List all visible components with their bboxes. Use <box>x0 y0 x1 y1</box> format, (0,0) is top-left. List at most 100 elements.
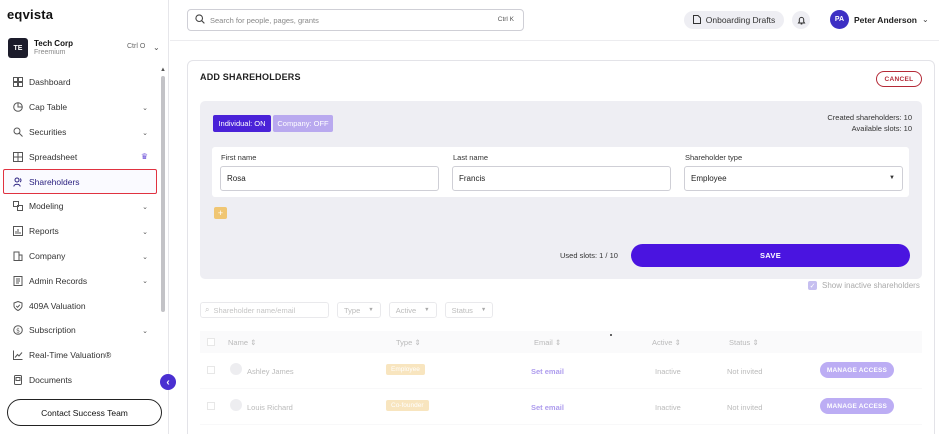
person-icon <box>230 399 242 411</box>
sidebar-item-shareholders[interactable]: Shareholders <box>3 169 157 194</box>
caret-down-icon: ▼ <box>889 175 895 181</box>
last-name-group: Last name Francis <box>452 153 671 191</box>
column-status[interactable]: Status ⇕ <box>729 338 759 347</box>
manage-access-button[interactable]: MANAGE ACCESS <box>820 362 894 378</box>
scrollbar-thumb[interactable] <box>161 76 165 312</box>
chevron-down-icon: ⌄ <box>142 129 148 137</box>
shield-icon <box>12 300 23 311</box>
eqvista-logo[interactable]: eqvista <box>7 7 53 22</box>
sidebar-item-documents[interactable]: Documents <box>3 368 157 393</box>
created-shareholders: Created shareholders: 10 <box>827 113 912 122</box>
file-icon <box>692 14 701 26</box>
contact-success-team-button[interactable]: Contact Success Team <box>7 399 162 426</box>
trend-icon <box>12 350 23 361</box>
chevron-down-icon: ⌄ <box>142 253 148 261</box>
sidebar-item-subscription[interactable]: $ Subscription ⌄ <box>3 318 157 343</box>
shareholder-form: Individual: ON Company: OFF Created shar… <box>200 101 922 279</box>
sidebar-item-label: Admin Records <box>29 275 88 286</box>
company-icon <box>12 250 23 261</box>
status-filter[interactable]: Status ▼ <box>444 302 494 318</box>
column-type[interactable]: Type ⇕ <box>396 338 421 347</box>
chevron-down-icon: ⌄ <box>142 327 148 335</box>
sidebar-nav: Dashboard Cap Table ⌄ Securities ⌄ Sprea… <box>3 70 157 392</box>
select-all-checkbox[interactable] <box>207 338 215 346</box>
sidebar-item-admin-records[interactable]: Admin Records ⌄ <box>3 268 157 293</box>
org-avatar: TE <box>8 38 28 58</box>
chevron-down-icon: ⌄ <box>922 15 929 24</box>
row-checkbox[interactable] <box>207 366 215 374</box>
show-inactive-label: Show inactive shareholders <box>822 281 920 290</box>
add-row-button[interactable]: + <box>214 207 227 219</box>
company-toggle[interactable]: Company: OFF <box>273 115 333 132</box>
column-active[interactable]: Active ⇕ <box>652 338 681 347</box>
sidebar-item-cap-table[interactable]: Cap Table ⌄ <box>3 95 157 120</box>
sidebar-scrollbar[interactable]: ▲ <box>160 67 166 314</box>
sidebar-item-409a-valuation[interactable]: 409A Valuation <box>3 293 157 318</box>
bell-icon[interactable] <box>792 11 810 29</box>
chevron-down-icon: ⌄ <box>142 104 148 112</box>
onboarding-drafts-button[interactable]: Onboarding Drafts <box>684 11 784 29</box>
search-shortcut: Ctrl K <box>497 16 514 23</box>
sidebar-item-label: Real-Time Valuation® <box>29 350 112 361</box>
chevron-down-icon: ⌄ <box>142 278 148 286</box>
row-name[interactable]: Ashley James <box>247 367 294 376</box>
chevron-down-icon: ⌄ <box>142 203 148 211</box>
individual-toggle[interactable]: Individual: ON <box>213 115 271 132</box>
shareholder-search-input[interactable]: ⌕ Shareholder name/email <box>200 302 329 318</box>
global-search[interactable]: Ctrl K <box>187 9 524 31</box>
sidebar-item-real-time-valuation[interactable]: Real-Time Valuation® <box>3 343 157 368</box>
org-shortcut: Ctrl O <box>127 43 146 50</box>
save-button[interactable]: SAVE <box>631 244 910 267</box>
row-active: Inactive <box>655 403 681 412</box>
type-badge: Employee <box>386 364 425 375</box>
active-filter[interactable]: Active ▼ <box>388 302 437 318</box>
row-active: Inactive <box>655 367 681 376</box>
search-input[interactable] <box>210 15 480 25</box>
subscription-icon: $ <box>12 325 23 336</box>
pie-chart-icon <box>12 102 23 113</box>
sidebar-item-label: Reports <box>29 226 59 237</box>
caret-down-icon: ▼ <box>424 307 430 313</box>
row-name[interactable]: Louis Richard <box>247 403 293 412</box>
cancel-button[interactable]: CANCEL <box>876 71 922 87</box>
users-icon <box>12 176 23 187</box>
sidebar-item-label: 409A Valuation <box>29 300 86 311</box>
sidebar-item-dashboard[interactable]: Dashboard <box>3 70 157 95</box>
scroll-up-icon[interactable]: ▲ <box>160 67 166 73</box>
shareholder-table: Name ⇕ Type ⇕ Email ⇕ Active ⇕ Status ⇕ … <box>200 331 922 425</box>
sidebar-item-reports[interactable]: Reports ⌄ <box>3 219 157 244</box>
set-email-link[interactable]: Set email <box>531 367 564 376</box>
user-menu[interactable]: PA Peter Anderson ⌄ <box>830 10 934 30</box>
page-title: ADD SHAREHOLDERS <box>200 72 301 82</box>
org-switcher[interactable]: TE Tech Corp Freemium Ctrl O ⌄ <box>7 37 165 61</box>
used-slots: Used slots: 1 / 10 <box>560 251 618 260</box>
active-filter-label: Active <box>395 305 417 315</box>
shareholder-search-placeholder: Shareholder name/email <box>213 305 296 315</box>
sidebar-item-label: Securities <box>29 126 67 137</box>
column-label: Active <box>652 338 673 347</box>
sidebar-item-spreadsheet[interactable]: Spreadsheet ♛ <box>3 144 157 169</box>
sidebar-item-company[interactable]: Company ⌄ <box>3 244 157 269</box>
sidebar: eqvista TE Tech Corp Freemium Ctrl O ⌄ D… <box>0 0 169 434</box>
search-icon: ⌕ <box>205 305 210 314</box>
first-name-group: First name Rosa <box>220 153 439 191</box>
last-name-field[interactable]: Francis <box>452 166 671 191</box>
sidebar-item-securities[interactable]: Securities ⌄ <box>3 120 157 145</box>
first-name-field[interactable]: Rosa <box>220 166 439 191</box>
shareholder-type-select[interactable]: Employee ▼ <box>684 166 903 191</box>
table-row[interactable]: Louis Richard Co-founder Set email Inact… <box>200 389 922 425</box>
sidebar-item-label: Company <box>29 250 66 261</box>
row-checkbox[interactable] <box>207 402 215 410</box>
securities-icon <box>12 126 23 137</box>
set-email-link[interactable]: Set email <box>531 403 564 412</box>
table-row[interactable]: Ashley James Employee Set email Inactive… <box>200 353 922 389</box>
column-label: Status <box>729 338 751 347</box>
sidebar-item-modeling[interactable]: Modeling ⌄ <box>3 194 157 219</box>
caret-down-icon: ▼ <box>368 307 374 313</box>
column-email[interactable]: Email ⇕ <box>534 338 561 347</box>
manage-access-button[interactable]: MANAGE ACCESS <box>820 398 894 414</box>
collapse-sidebar-icon[interactable]: ‹ <box>160 374 176 390</box>
type-filter[interactable]: Type ▼ <box>337 302 381 318</box>
show-inactive-checkbox[interactable]: ✓ Show inactive shareholders <box>808 281 920 290</box>
column-name[interactable]: Name ⇕ <box>228 338 256 347</box>
